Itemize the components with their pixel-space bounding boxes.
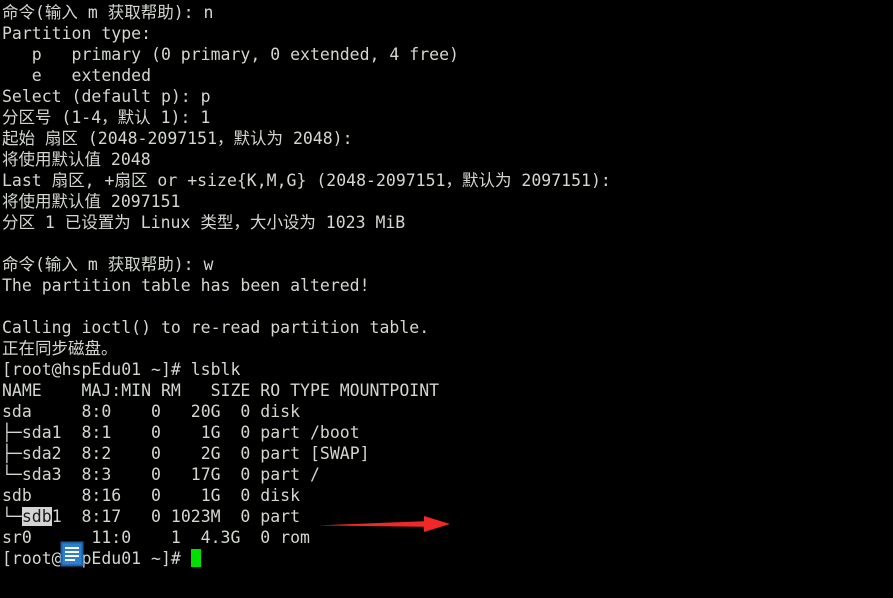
device-fields: 8:3 0 17G 0 part / bbox=[61, 465, 320, 484]
device-fields: 8:2 0 2G 0 part [SWAP] bbox=[61, 444, 370, 463]
device-fields: 8:16 0 1G 0 disk bbox=[31, 486, 310, 505]
device-name: sda1 bbox=[21, 423, 62, 442]
terminal-line: 起始 扇区 (2048-2097151，默认为 2048): bbox=[2, 129, 353, 148]
tree-glyph: ├─ bbox=[2, 423, 22, 442]
device-name: sda3 bbox=[21, 465, 62, 484]
lsblk-row-sdb1: └─sdb1 8:17 0 1023M 0 part bbox=[2, 506, 893, 527]
terminal-screen[interactable]: 命令(输入 m 获取帮助): n Partition type: p prima… bbox=[0, 0, 893, 598]
lsblk-row-sda3: └─sda3 8:3 0 17G 0 part / bbox=[2, 464, 893, 485]
terminal-line: 将使用默认值 2097151 bbox=[2, 192, 181, 211]
lsblk-row-sr0: sr0 11:0 1 4.3G 0 rom bbox=[2, 528, 330, 547]
lsblk-row-sdb: sdb 8:16 0 1G 0 disk bbox=[2, 485, 893, 506]
prompt-text: [root@hspEdu01 ~]# bbox=[2, 549, 191, 568]
device-name: sdb bbox=[2, 486, 32, 505]
lsblk-column-header: NAME MAJ:MIN RM SIZE RO TYPE MOUNTPOINT bbox=[2, 381, 440, 400]
terminal-line: 分区 1 已设置为 Linux 类型，大小设为 1023 MiB bbox=[2, 213, 406, 232]
device-fields: 8:17 0 1023M 0 part bbox=[61, 507, 310, 526]
device-fields: 8:1 0 1G 0 part /boot bbox=[61, 423, 360, 442]
shell-prompt-lsblk-command: [root@hspEdu01 ~]# lsblk bbox=[2, 360, 241, 379]
block-cursor bbox=[190, 549, 201, 567]
terminal-line: 将使用默认值 2048 bbox=[2, 150, 151, 169]
terminal-line: 分区号 (1-4，默认 1): 1 bbox=[2, 108, 211, 127]
device-name-suffix: 1 bbox=[51, 507, 62, 526]
terminal-line: e extended bbox=[2, 66, 152, 85]
device-fields: 8:0 0 20G 0 disk bbox=[31, 402, 310, 421]
terminal-line: Calling ioctl() to re-read partition tab… bbox=[2, 318, 430, 337]
tree-glyph: └─ bbox=[2, 507, 22, 526]
selected-text-sdb[interactable]: sdb bbox=[21, 507, 52, 526]
tree-glyph: ├─ bbox=[2, 444, 22, 463]
terminal-line: The partition table has been altered! bbox=[2, 276, 370, 295]
terminal-line: Partition type: bbox=[2, 24, 152, 43]
device-name: sda2 bbox=[21, 444, 62, 463]
terminal-line: p primary (0 primary, 0 extended, 4 free… bbox=[2, 45, 459, 64]
device-name: sda bbox=[2, 402, 32, 421]
terminal-line: 命令(输入 m 获取帮助): n bbox=[2, 3, 214, 22]
terminal-line: Last 扇区, +扇区 or +size{K,M,G} (2048-20971… bbox=[2, 171, 611, 190]
terminal-line: 命令(输入 m 获取帮助): w bbox=[2, 255, 214, 274]
lsblk-row-sda2: ├─sda2 8:2 0 2G 0 part [SWAP] bbox=[2, 443, 893, 464]
lsblk-row-sda: sda 8:0 0 20G 0 disk bbox=[2, 401, 893, 422]
lsblk-row-sda1: ├─sda1 8:1 0 1G 0 part /boot bbox=[2, 422, 893, 443]
terminal-line: 正在同步磁盘。 bbox=[2, 339, 118, 358]
tree-glyph: └─ bbox=[2, 465, 22, 484]
terminal-line: Select (default p): p bbox=[2, 87, 211, 106]
shell-prompt-final: [root@hspEdu01 ~]# bbox=[2, 548, 893, 569]
blue-document-icon[interactable] bbox=[59, 541, 85, 567]
